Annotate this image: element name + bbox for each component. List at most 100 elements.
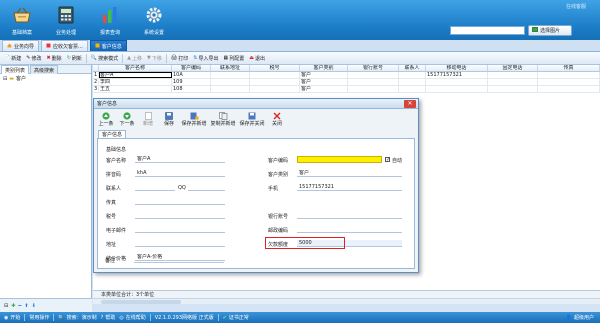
help-label: 帮助 xyxy=(105,315,116,321)
move-down-label: 下移 xyxy=(151,55,162,62)
table-row[interactable]: 1 客户A 10A 客户 15177157321 xyxy=(93,72,600,79)
customer-name-field[interactable]: 客户A xyxy=(135,156,225,163)
tab-category-list[interactable]: 类别列表 xyxy=(1,65,30,74)
grid-col-name[interactable]: 客户名称 xyxy=(99,65,172,71)
refresh-button[interactable]: ↻ 刷新 xyxy=(65,53,84,64)
grid-col-phone[interactable]: 固定电话 xyxy=(488,65,538,71)
exit-button[interactable]: ⏏ 退出 xyxy=(247,53,267,64)
new-label: 新建 xyxy=(11,55,22,62)
cell-name: 客户A xyxy=(99,72,172,78)
online-help-link[interactable]: ◎ 在线帮助 xyxy=(119,314,145,322)
grid-col-bank[interactable]: 银行账号 xyxy=(348,65,399,71)
new-button[interactable]: 📄 新建 xyxy=(2,53,23,64)
address-label: 地址 xyxy=(106,242,117,248)
import-export-button[interactable]: ⇅ 导入导出 xyxy=(191,53,220,64)
help-link[interactable]: ? 帮助 xyxy=(101,314,116,322)
move-up-button[interactable]: ▲ 上移 xyxy=(125,53,144,64)
start-label: 开始 xyxy=(10,315,21,321)
auto-code-checkbox[interactable]: ✓ xyxy=(385,157,390,163)
next-record-label: 下一条 xyxy=(119,121,135,127)
add-icon[interactable]: ✚ xyxy=(11,303,15,309)
tab-customer-info[interactable]: 客户信息 xyxy=(89,40,127,51)
new-document-icon xyxy=(144,111,152,120)
move-down-button[interactable]: ▼ 下移 xyxy=(145,53,164,64)
save-and-close-button[interactable]: 保存并关闭 xyxy=(238,111,266,127)
image-icon xyxy=(532,27,538,34)
topnav-label: 基础档案 xyxy=(11,30,32,36)
home-icon xyxy=(7,43,12,50)
grid-col-category[interactable]: 客户类别 xyxy=(300,65,348,71)
qq-field[interactable] xyxy=(188,184,225,191)
tab-receivables[interactable]: 应收欠客票... xyxy=(41,40,88,51)
close-icon[interactable]: ✕ xyxy=(404,100,416,108)
arrow-down-icon[interactable]: ⬇ xyxy=(32,303,36,309)
table-row[interactable]: 2 李四 109 客户 xyxy=(93,79,600,86)
edit-button[interactable]: ✎ 修改 xyxy=(24,53,43,64)
contact-field[interactable] xyxy=(135,184,175,191)
copy-and-new-button[interactable]: 复制并新增 xyxy=(209,111,237,127)
customer-code-field[interactable] xyxy=(297,156,382,163)
tree-node-customer[interactable]: ⊟ ▬ 客户 xyxy=(0,74,91,83)
new-record-button[interactable]: 新增 xyxy=(138,111,158,127)
arrow-up-icon[interactable]: ⬆ xyxy=(24,303,28,309)
mobile-field[interactable]: 15177157321 xyxy=(297,184,402,191)
scrollbar-thumb[interactable] xyxy=(101,300,181,304)
next-record-button[interactable]: 下一条 xyxy=(117,111,137,127)
remove-icon[interactable]: ━ xyxy=(18,303,21,309)
note-field[interactable] xyxy=(134,256,224,263)
main-toolbar: 📄 新建 ✎ 修改 ✖ 删除 ↻ 刷新 🔍 搜索模式 ▲ 上移 ▼ 下移 🖨 打印 ⇅ 导入导出 … xyxy=(0,52,600,65)
status-bar: ◉ 开始 常用操作 🔍 搜索：演示制 ? 帮助 ◎ 在线帮助 V2.1.0.293网络版… xyxy=(0,312,600,323)
topnav-label: 业务处理 xyxy=(55,30,76,36)
grid-col-mobile[interactable]: 移动电话 xyxy=(426,65,488,71)
start-menu[interactable]: ◉ 开始 xyxy=(4,314,21,322)
topnav-settings[interactable]: 系统设置 xyxy=(132,0,176,40)
delete-button[interactable]: ✖ 删除 xyxy=(44,53,63,64)
topnav-reports[interactable]: 报表查询 xyxy=(88,0,132,40)
version-info: V2.1.0.293网络版 正式版 xyxy=(155,314,214,321)
search-input[interactable] xyxy=(450,26,525,35)
tab-advanced-search[interactable]: 高级搜索 xyxy=(30,65,59,74)
prev-record-button[interactable]: 上一条 xyxy=(96,111,116,127)
category-field[interactable]: 客户 xyxy=(297,170,402,177)
toolbar-separator xyxy=(165,53,167,63)
grid-col-tax[interactable]: 税号 xyxy=(250,65,300,71)
save-and-new-button[interactable]: 保存并新增 xyxy=(180,111,208,127)
tax-field[interactable] xyxy=(135,212,225,219)
pinyin-field[interactable]: khA xyxy=(135,170,225,177)
topnav-basic-archive[interactable]: 基础档案 xyxy=(0,0,44,40)
collapse-icon[interactable]: ⊟ xyxy=(4,303,8,309)
email-field[interactable] xyxy=(135,226,225,233)
search-mode-button[interactable]: 🔍 搜索模式 xyxy=(89,53,120,64)
horizontal-scrollbar[interactable] xyxy=(93,298,600,304)
grid-col-code[interactable]: 客户编码 xyxy=(172,65,211,71)
print-button[interactable]: 🖨 打印 xyxy=(169,53,190,64)
cell-contact xyxy=(399,79,426,85)
columns-icon: ▦ xyxy=(223,55,229,61)
grid-col-fax[interactable]: 传真 xyxy=(538,65,600,71)
tab-customer-info[interactable]: 客户信息 xyxy=(98,130,127,138)
status-search[interactable]: 🔍 搜索：演示制 xyxy=(58,314,96,322)
close-button[interactable]: 关闭 xyxy=(267,111,287,127)
grid-col-contact[interactable]: 联系人 xyxy=(399,65,426,71)
version-label: V2.1.0.293网络版 正式版 xyxy=(154,315,214,321)
save-icon xyxy=(165,111,173,120)
column-config-button[interactable]: ▦ 列配置 xyxy=(222,53,247,64)
postcode-field[interactable] xyxy=(297,226,402,233)
cell-address xyxy=(211,86,250,92)
address-field[interactable] xyxy=(135,240,225,247)
tab-business-guide[interactable]: 业务向导 xyxy=(2,40,40,51)
grid-col-address[interactable]: 联系地址 xyxy=(211,65,250,71)
save-button[interactable]: 保存 xyxy=(159,111,179,127)
search-button[interactable]: 选择图片 xyxy=(528,25,572,36)
cell-fax xyxy=(538,79,600,85)
toolbar-separator xyxy=(122,53,124,63)
online-service-link[interactable]: 在线客服 xyxy=(566,3,586,10)
cell-code: 109 xyxy=(172,79,211,85)
contact-label: 联系人 xyxy=(106,186,122,192)
common-ops-menu[interactable]: 常用操作 xyxy=(29,314,49,321)
fax-field[interactable] xyxy=(135,198,225,205)
import-export-label: 导入导出 xyxy=(198,55,219,62)
bank-account-field[interactable] xyxy=(297,212,402,219)
topnav-business[interactable]: 业务处理 xyxy=(44,0,88,40)
table-row[interactable]: 3 王五 108 客户 xyxy=(93,86,600,93)
